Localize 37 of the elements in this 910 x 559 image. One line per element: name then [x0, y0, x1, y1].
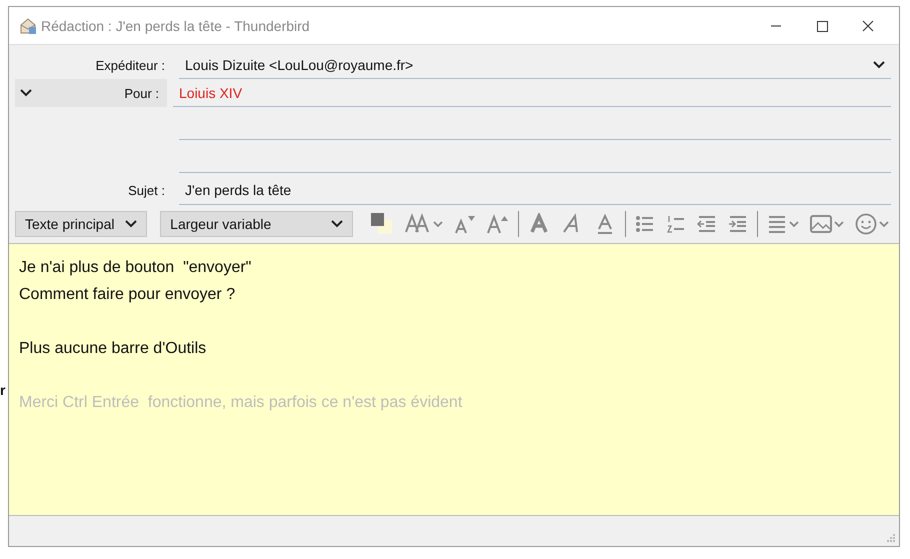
font-smaller-icon — [454, 213, 476, 235]
body-text: Merci Ctrl Entrée fonctionne, mais parfois ce n'est pas évident — [19, 393, 462, 413]
recipient-field[interactable]: Loiuis XIV — [173, 79, 891, 107]
indent-list-icon — [728, 214, 748, 234]
sender-dropdown[interactable]: Louis Dizuite <LouLou@royaume.fr> — [179, 51, 891, 79]
resize-grip-icon — [886, 533, 896, 543]
align-icon — [767, 214, 787, 234]
chevron-down-icon — [873, 60, 885, 68]
outdent-list-icon — [697, 214, 718, 234]
body-text: Plus aucune barre d'Outils — [19, 339, 206, 359]
chevron-down-icon — [789, 220, 799, 228]
smiley-icon — [855, 213, 877, 235]
font-larger-icon — [487, 213, 510, 235]
envelope-icon — [19, 16, 37, 34]
sender-label: Expéditeur : — [96, 58, 165, 72]
chevron-down-icon — [125, 220, 138, 228]
bullets-list-icon — [635, 214, 656, 234]
recipient-type-selector[interactable]: Pour : — [15, 79, 167, 107]
paragraph-format-dropdown[interactable]: Texte principal — [15, 211, 148, 237]
message-body[interactable]: Je n'ai plus de bouton "envoyer" Comment faire pour envoyer ? Plus aucune barre d'Outils Merci Ctrl Entrée fonctionne, mais parfois ce n'est pas évident — [9, 243, 899, 516]
chevron-down-icon — [331, 220, 344, 228]
subject-label: Sujet : — [128, 182, 165, 198]
chevron-down-icon — [20, 89, 32, 97]
bold-icon — [528, 213, 550, 235]
color-swatch-icon — [370, 212, 394, 236]
font-size-icon — [405, 213, 432, 235]
background-text: r — [0, 382, 6, 398]
font-dropdown[interactable]: Largeur variable — [160, 211, 354, 237]
chevron-down-icon — [879, 220, 889, 228]
body-text: Je n'ai plus de bouton "envoyer" — [19, 258, 252, 278]
image-icon — [810, 214, 832, 234]
numbers-list-icon — [666, 214, 686, 234]
body-text: Comment faire pour envoyer ? — [19, 285, 236, 305]
chevron-down-icon — [433, 220, 444, 228]
window-title: Rédaction : J'en perds la tête - Thunderbird — [41, 18, 311, 34]
chevron-down-icon — [834, 220, 844, 228]
subject-field[interactable]: J'en perds la tête — [179, 175, 891, 205]
